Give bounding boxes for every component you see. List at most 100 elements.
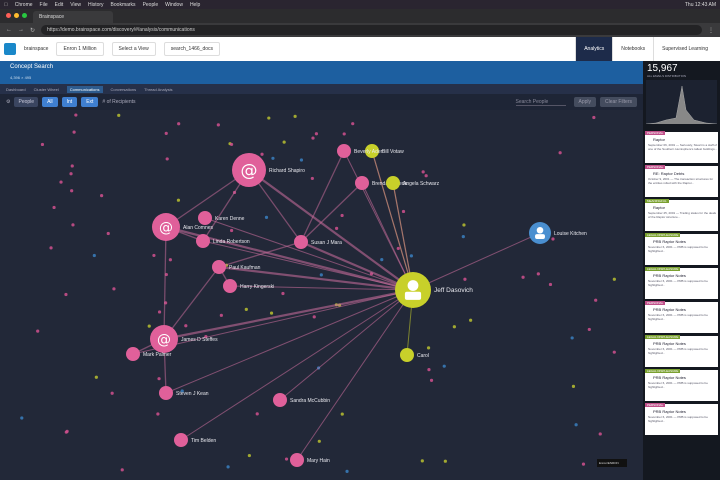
graph-minor-node[interactable] [421,170,425,174]
menu-window[interactable]: Window [165,2,183,8]
graph-minor-node[interactable] [71,223,75,227]
graph-minor-node[interactable] [351,122,355,126]
feed-item[interactable]: PERSONAL PRB Raptor Notes November 6, 20… [645,403,718,435]
graph-minor-node[interactable] [216,123,220,127]
feed-item[interactable]: LEGAL DISPLEASURE PRB Raptor Notes Novem… [645,233,718,265]
filter-int-button[interactable]: Int [61,97,78,107]
graph-minor-node[interactable] [177,122,181,126]
tab-analytics[interactable]: Analytics [575,37,613,61]
graph-minor-node[interactable] [120,468,124,472]
graph-minor-node[interactable] [463,277,467,281]
apple-icon[interactable]:  [4,2,8,8]
graph-minor-node[interactable] [64,292,68,297]
graph-minor-node[interactable] [269,311,274,315]
graph-minor-node[interactable] [282,140,286,144]
graph-minor-node[interactable] [424,174,428,178]
graph-minor-node[interactable] [551,237,555,241]
graph-minor-node[interactable] [100,193,104,198]
graph-minor-node[interactable] [147,324,151,328]
graph-minor-node[interactable] [284,457,289,461]
graph-minor-node[interactable] [219,313,223,317]
recipients-label[interactable]: # of Recipients [102,99,135,105]
graph-minor-node[interactable] [152,253,156,258]
graph-node[interactable]: Mary Hain [290,453,330,467]
graph-minor-node[interactable] [401,209,406,214]
graph-minor-node[interactable] [52,205,56,210]
graph-minor-node[interactable] [110,391,114,395]
graph-minor-node[interactable] [94,375,98,379]
graph-minor-node[interactable] [469,318,473,322]
apply-button[interactable]: Apply [573,97,597,107]
graph-minor-node[interactable] [571,384,576,388]
feed-item[interactable]: LEGAL DISPLEASURE PRB Raptor Notes Novem… [645,267,718,299]
close-window-button[interactable] [6,13,11,18]
graph-minor-node[interactable] [409,254,413,258]
graph-minor-node[interactable] [426,346,431,350]
menu-view[interactable]: View [70,2,81,8]
feed-item[interactable]: LEGAL DISPLEASURE PRB Raptor Notes Novem… [645,335,718,367]
graph-minor-node[interactable] [247,453,251,458]
graph-minor-node[interactable] [117,113,121,117]
menu-chrome[interactable]: Chrome [15,2,33,8]
graph-minor-node[interactable] [157,377,161,381]
feed-item[interactable]: MEANINGFUL Raptor September 25, 2001 — T… [645,199,718,231]
graph-minor-node[interactable] [429,378,434,383]
feed-item[interactable]: PERSONAL RE: Raptor Debts October 9, 200… [645,165,718,197]
graph-minor-node[interactable] [340,213,344,218]
graph-minor-node[interactable] [244,307,248,311]
graph-minor-node[interactable] [396,246,400,251]
graph-minor-node[interactable] [521,275,525,279]
graph-minor-node[interactable] [462,223,466,227]
graph-minor-node[interactable] [612,277,616,281]
graph-minor-node[interactable] [69,172,73,176]
graph-node[interactable]: Louise Kitchen [529,222,587,244]
filter-ext-button[interactable]: Ext [81,97,99,107]
graph-minor-node[interactable] [335,226,339,230]
graph-minor-node[interactable] [443,459,447,463]
graph-minor-node[interactable] [255,412,259,416]
graph-minor-node[interactable] [260,152,264,156]
graph-minor-node[interactable] [581,462,586,466]
graph-minor-node[interactable] [314,132,319,136]
graph-minor-node[interactable] [72,130,76,134]
graph-minor-node[interactable] [598,432,602,436]
graph-node[interactable]: Sandra McCubbin [273,393,330,407]
maximize-window-button[interactable] [22,13,27,18]
filter-all-button[interactable]: All [42,97,58,107]
graph-minor-node[interactable] [310,176,314,181]
graph-minor-node[interactable] [548,282,553,287]
graph-minor-node[interactable] [594,298,598,302]
graph-minor-node[interactable] [340,412,344,416]
graph-minor-node[interactable] [36,329,40,333]
graph-node[interactable]: Angela Schwarz [386,176,440,190]
menu-bookmarks[interactable]: Bookmarks [111,2,136,8]
reload-icon[interactable]: ↻ [30,27,35,34]
graph-node[interactable]: Steven J Kean [159,386,209,400]
graph-minor-node[interactable] [271,156,275,160]
graph-minor-node[interactable] [229,142,234,147]
graph-minor-node[interactable] [317,439,321,443]
graph-minor-node[interactable] [165,157,169,161]
graph-minor-node[interactable] [59,180,63,184]
feed-item[interactable]: PERSONAL Raptor September 06, 2001 — Ser… [645,131,718,163]
graph-node[interactable]: Susan J Mara [294,235,342,249]
settings-icon[interactable]: ⚙ [6,99,10,105]
graph-minor-node[interactable] [168,258,172,262]
menu-file[interactable]: File [40,2,48,8]
view-select[interactable]: Select a View [111,42,156,56]
graph-node[interactable]: Tim Belden [174,433,216,447]
dataset-select[interactable]: Enron 1 Million [56,42,104,56]
graph-minor-node[interactable] [70,189,74,193]
search-people-input[interactable]: Search People [515,99,566,106]
graph-minor-node[interactable] [293,114,297,118]
graph-minor-node[interactable] [342,132,346,136]
graph-minor-node[interactable] [452,325,456,329]
graph-node[interactable]: Jeff Dasovich [395,272,473,308]
graph-minor-node[interactable] [156,412,160,416]
menu-edit[interactable]: Edit [55,2,64,8]
graph-minor-node[interactable] [558,151,562,155]
graph-minor-node[interactable] [49,246,53,250]
communications-graph[interactable]: Jeff Dasovich @ Richard Shapiro @ James D St… [0,110,643,480]
menu-people[interactable]: People [143,2,159,8]
graph-minor-node[interactable] [536,272,540,276]
